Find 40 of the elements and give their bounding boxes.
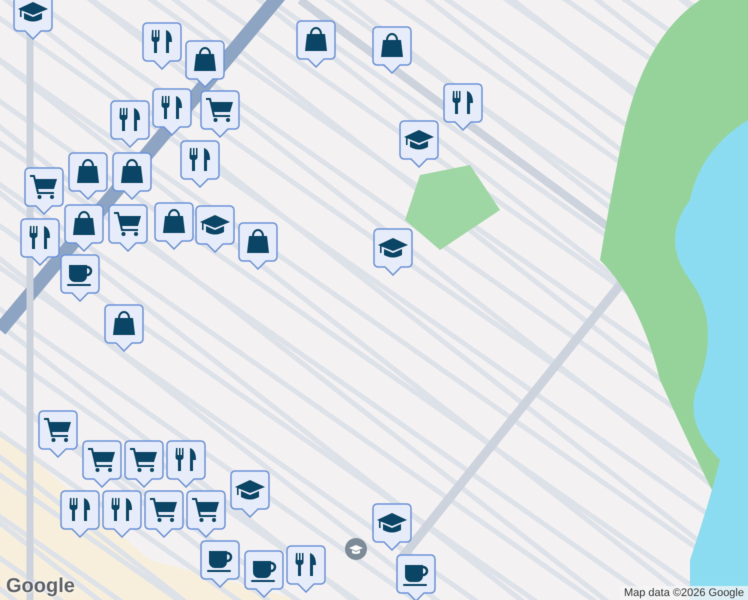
fork-knife-icon bbox=[190, 148, 210, 171]
graduation-cap-icon bbox=[18, 2, 48, 22]
graduation-cap-icon bbox=[377, 513, 407, 532]
shopping-bag-icon bbox=[73, 211, 95, 235]
fork-knife-icon bbox=[296, 553, 316, 576]
shopping-cart-icon bbox=[30, 175, 57, 199]
fork-knife-icon bbox=[112, 498, 132, 521]
graduation-cap-icon bbox=[378, 238, 408, 258]
fork-knife-icon bbox=[176, 448, 196, 471]
shopping-bag-icon bbox=[113, 311, 135, 335]
shopping-bag-icon bbox=[381, 33, 403, 57]
school-place-icon[interactable] bbox=[344, 537, 368, 561]
shopping-cart-icon bbox=[150, 498, 177, 522]
coffee-cup-icon bbox=[67, 265, 92, 286]
shopping-bag-icon bbox=[194, 47, 216, 71]
fork-knife-icon bbox=[152, 30, 172, 53]
fork-knife-icon bbox=[120, 108, 140, 131]
fork-knife-icon bbox=[30, 226, 50, 249]
fork-knife-icon bbox=[70, 498, 90, 521]
shopping-bag-icon bbox=[305, 27, 327, 51]
shopping-bag-icon bbox=[163, 209, 185, 233]
shopping-cart-icon bbox=[192, 498, 219, 522]
coffee-cup-icon bbox=[403, 565, 428, 586]
fork-knife-icon bbox=[452, 91, 473, 114]
graduation-cap-icon bbox=[404, 130, 434, 150]
coffee-cup-icon bbox=[251, 561, 276, 582]
map-provider-logo: Google bbox=[6, 575, 75, 598]
graduation-cap-icon bbox=[235, 480, 265, 500]
shopping-bag-icon bbox=[77, 159, 99, 183]
fork-knife-icon bbox=[162, 96, 182, 119]
graduation-cap-icon bbox=[200, 215, 230, 234]
shopping-bag-icon bbox=[247, 229, 269, 253]
shopping-cart-icon bbox=[130, 448, 157, 472]
shopping-cart-icon bbox=[206, 98, 233, 122]
shopping-cart-icon bbox=[44, 418, 71, 442]
map-attribution: Map data ©2026 Google bbox=[620, 586, 748, 600]
shopping-bag-icon bbox=[121, 159, 143, 183]
shopping-cart-icon bbox=[88, 448, 115, 472]
shopping-cart-icon bbox=[114, 212, 141, 236]
coffee-cup-icon bbox=[207, 551, 232, 572]
